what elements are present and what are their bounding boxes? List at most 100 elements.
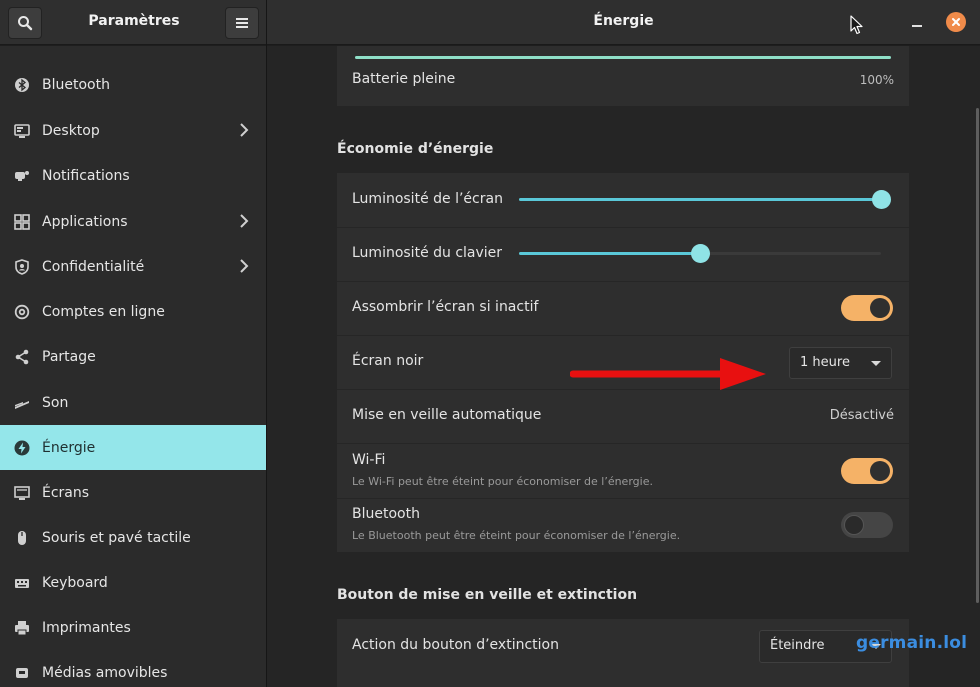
- search-icon: [18, 16, 33, 31]
- auto-suspend-label: Mise en veille automatique: [352, 407, 542, 423]
- mouse-cursor-icon: [850, 15, 863, 35]
- section-title-power-saving: Économie d’énergie: [337, 141, 494, 157]
- chevron-down-icon: [871, 361, 881, 366]
- keyboard-brightness-slider[interactable]: [519, 244, 881, 263]
- bluetooth-label: Bluetooth: [352, 506, 420, 522]
- battery-level-bar: [355, 56, 891, 59]
- power-button-action-row: Action du bouton d’extinction Éteindre: [337, 619, 909, 673]
- battery-card: Batterie pleine 100%: [337, 46, 909, 106]
- sidebar-item-label: Applications: [42, 213, 128, 230]
- power-button-action-label: Action du bouton d’extinction: [352, 637, 559, 653]
- sidebar-item-sharing[interactable]: Partage: [0, 334, 266, 379]
- sidebar-item-label: Confidentialité: [42, 258, 145, 275]
- bluetooth-icon: [13, 76, 31, 94]
- sidebar-item-label: Partage: [42, 348, 96, 365]
- toggle-knob: [844, 515, 864, 535]
- blank-screen-label: Écran noir: [352, 353, 424, 369]
- sidebar-item-sound[interactable]: Son: [0, 380, 266, 425]
- slider-knob[interactable]: [872, 190, 891, 209]
- wifi-sublabel: Le Wi-Fi peut être éteint pour économise…: [352, 475, 653, 488]
- sidebar-item-applications[interactable]: Applications: [0, 199, 266, 244]
- sidebar-item-power[interactable]: Énergie: [0, 425, 266, 470]
- section-title-suspend-button: Bouton de mise en veille et extinction: [337, 587, 638, 603]
- sidebar-item-label: Bluetooth: [42, 76, 110, 93]
- settings-window: Paramètres Énergie Bluetooth Desktop Not…: [0, 0, 980, 687]
- power-icon: [13, 439, 31, 457]
- screen-brightness-slider[interactable]: [519, 190, 891, 209]
- chevron-right-icon: [240, 123, 249, 137]
- window-title: Énergie: [593, 13, 654, 29]
- keyboard-icon: [13, 574, 31, 592]
- close-button[interactable]: [946, 12, 966, 32]
- sidebar: Bluetooth Desktop Notifications Applicat…: [0, 46, 266, 687]
- sidebar-item-label: Imprimantes: [42, 619, 131, 636]
- scrollbar[interactable]: [976, 108, 979, 603]
- chevron-right-icon: [240, 214, 249, 228]
- wifi-row: Wi-Fi Le Wi-Fi peut être éteint pour éco…: [337, 444, 909, 498]
- power-button-card: Action du bouton d’extinction Éteindre: [337, 619, 909, 687]
- screen-brightness-row: Luminosité de l’écran: [337, 173, 909, 227]
- removable-media-icon: [13, 664, 31, 682]
- sidebar-header: Paramètres: [0, 0, 266, 45]
- sidebar-item-bluetooth[interactable]: Bluetooth: [0, 62, 266, 107]
- displays-icon: [13, 484, 31, 502]
- slider-fill: [519, 198, 881, 201]
- sidebar-item-removable-media[interactable]: Médias amovibles: [0, 650, 266, 687]
- dim-screen-toggle[interactable]: [841, 295, 893, 321]
- sidebar-item-label: Comptes en ligne: [42, 303, 165, 320]
- close-icon: [952, 18, 960, 26]
- keyboard-brightness-label: Luminosité du clavier: [352, 245, 503, 261]
- wifi-toggle[interactable]: [841, 458, 893, 484]
- sidebar-item-label: Médias amovibles: [42, 664, 168, 681]
- battery-percent: 100%: [859, 73, 894, 87]
- bluetooth-sublabel: Le Bluetooth peut être éteint pour écono…: [352, 529, 681, 542]
- minimize-button[interactable]: [907, 12, 927, 32]
- auto-suspend-row[interactable]: Mise en veille automatique Désactivé: [337, 390, 909, 443]
- mouse-icon: [13, 529, 31, 547]
- sidebar-item-printers[interactable]: Imprimantes: [0, 605, 266, 650]
- sidebar-item-label: Écrans: [42, 484, 90, 501]
- online-accounts-icon: [13, 303, 31, 321]
- watermark: germain.lol: [856, 633, 968, 653]
- keyboard-brightness-row: Luminosité du clavier: [337, 228, 909, 281]
- sidebar-item-online-accounts[interactable]: Comptes en ligne: [0, 289, 266, 334]
- sidebar-title: Paramètres: [88, 13, 180, 29]
- toggle-knob: [870, 461, 890, 481]
- menu-button[interactable]: [225, 7, 259, 39]
- sidebar-item-label: Énergie: [42, 439, 96, 456]
- blank-screen-dropdown[interactable]: 1 heure: [789, 347, 892, 379]
- dropdown-value: 1 heure: [800, 355, 850, 370]
- sidebar-item-desktop[interactable]: Desktop: [0, 108, 266, 153]
- printer-icon: [13, 619, 31, 637]
- chevron-right-icon: [240, 259, 249, 273]
- sidebar-item-label: Desktop: [42, 122, 100, 139]
- sidebar-item-label: Son: [42, 394, 69, 411]
- battery-status-label: Batterie pleine: [352, 71, 456, 87]
- notifications-icon: [13, 167, 31, 185]
- sidebar-item-label: Souris et pavé tactile: [42, 529, 191, 546]
- hamburger-icon: [236, 18, 248, 28]
- dim-screen-label: Assombrir l’écran si inactif: [352, 299, 539, 315]
- wifi-label: Wi-Fi: [352, 452, 386, 468]
- red-arrow-annotation: [570, 358, 766, 390]
- bluetooth-toggle[interactable]: [841, 512, 893, 538]
- search-button[interactable]: [8, 7, 42, 39]
- applications-icon: [13, 213, 31, 231]
- sidebar-item-notifications[interactable]: Notifications: [0, 153, 266, 198]
- auto-suspend-value: Désactivé: [829, 408, 894, 423]
- toggle-knob: [870, 298, 890, 318]
- desktop-icon: [13, 122, 31, 140]
- sidebar-item-displays[interactable]: Écrans: [0, 470, 266, 515]
- slider-fill: [519, 252, 700, 255]
- sidebar-item-label: Notifications: [42, 167, 130, 184]
- battery-level-fill: [355, 56, 891, 59]
- bluetooth-row: Bluetooth Le Bluetooth peut être éteint …: [337, 499, 909, 552]
- sidebar-item-keyboard[interactable]: Keyboard: [0, 560, 266, 605]
- privacy-icon: [13, 258, 31, 276]
- dropdown-value: Éteindre: [770, 638, 825, 653]
- sidebar-item-mouse-touchpad[interactable]: Souris et pavé tactile: [0, 515, 266, 560]
- sound-icon: [13, 394, 31, 412]
- sidebar-item-privacy[interactable]: Confidentialité: [0, 244, 266, 289]
- slider-knob[interactable]: [691, 244, 710, 263]
- sidebar-item-label: Keyboard: [42, 574, 108, 591]
